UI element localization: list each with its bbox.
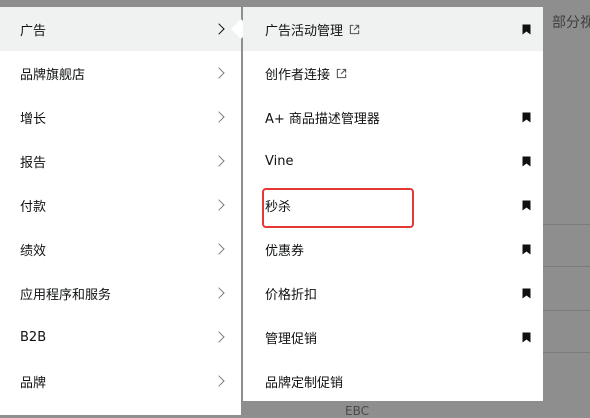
submenu-item-label: 广告活动管理 <box>265 23 344 39</box>
submenu-item-brand-tailored-promotions[interactable]: 品牌定制促销 <box>243 359 543 403</box>
bookmark-icon[interactable] <box>522 244 531 255</box>
menu-item-label: 报告 <box>20 155 47 171</box>
menu-item-label: 付款 <box>20 199 47 215</box>
menu-item-label: 广告 <box>20 23 47 39</box>
menu-item-label: 品牌 <box>20 375 47 391</box>
bookmark-icon[interactable] <box>522 332 531 343</box>
submenu-item-a-plus-manager[interactable]: A+ 商品描述管理器 <box>243 95 543 139</box>
menu-item-label: 绩效 <box>20 243 47 259</box>
advertising-submenu: 广告活动管理 创作者连接 A+ 商品描述管理器 Vine 秒杀 优惠券 价格折扣… <box>243 7 543 401</box>
submenu-item-lightning-deals[interactable]: 秒杀 <box>243 183 543 227</box>
menu-item-growth[interactable]: 增长 <box>0 95 241 139</box>
submenu-item-label: 优惠券 <box>265 243 305 259</box>
menu-item-performance[interactable]: 绩效 <box>0 227 241 271</box>
submenu-item-label: A+ 商品描述管理器 <box>265 111 380 127</box>
menu-item-label: 增长 <box>20 111 47 127</box>
menu-item-reports[interactable]: 报告 <box>0 139 241 183</box>
external-link-icon <box>349 24 360 34</box>
submenu-item-coupons[interactable]: 优惠券 <box>243 227 543 271</box>
background-divider <box>543 310 590 311</box>
submenu-item-price-discounts[interactable]: 价格折扣 <box>243 271 543 315</box>
menu-item-b2b[interactable]: B2B <box>0 315 241 359</box>
submenu-item-creator-connections[interactable]: 创作者连接 <box>243 51 543 95</box>
menu-item-label: 品牌旗舰店 <box>20 67 86 83</box>
menu-item-label: B2B <box>20 329 47 345</box>
submenu-item-label: 价格折扣 <box>265 287 318 303</box>
bookmark-icon[interactable] <box>522 288 531 299</box>
background-divider <box>543 352 590 353</box>
submenu-item-label: Vine <box>265 153 294 169</box>
bookmark-icon[interactable] <box>522 200 531 211</box>
menu-item-brand-store[interactable]: 品牌旗舰店 <box>0 51 241 95</box>
submenu-item-label: 品牌定制促销 <box>265 375 344 391</box>
submenu-item-vine[interactable]: Vine <box>243 139 543 183</box>
bookmark-icon[interactable] <box>522 156 531 167</box>
main-menu: 广告 品牌旗舰店 增长 报告 付款 绩效 应用程序和服务 B2B 品牌 <box>0 7 241 415</box>
bookmark-icon[interactable] <box>522 112 531 123</box>
background-divider <box>543 266 590 267</box>
background-bottom-text: EBC <box>345 404 369 418</box>
menu-item-apps-services[interactable]: 应用程序和服务 <box>0 271 241 315</box>
background-divider <box>543 224 590 225</box>
submenu-item-manage-promotions[interactable]: 管理促销 <box>243 315 543 359</box>
external-link-icon <box>336 68 347 78</box>
menu-item-brand[interactable]: 品牌 <box>0 359 241 403</box>
menu-item-label: 应用程序和服务 <box>20 287 112 303</box>
menu-item-advertising[interactable]: 广告 <box>0 7 241 51</box>
submenu-item-campaign-manager[interactable]: 广告活动管理 <box>243 7 543 51</box>
submenu-item-label: 秒杀 <box>265 199 292 215</box>
submenu-item-label: 管理促销 <box>265 331 318 347</box>
background-header-text: 部分视 <box>552 15 590 31</box>
menu-item-payments[interactable]: 付款 <box>0 183 241 227</box>
bookmark-icon[interactable] <box>522 24 531 35</box>
submenu-item-label: 创作者连接 <box>265 67 331 83</box>
